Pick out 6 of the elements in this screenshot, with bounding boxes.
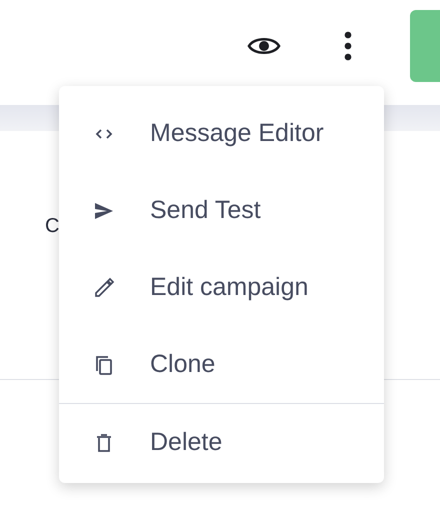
menu-item[interactable]: Edit campaign xyxy=(59,249,384,326)
menu-item[interactable]: Delete xyxy=(59,403,384,481)
menu-item[interactable]: Clone xyxy=(59,326,384,403)
content-text: C xyxy=(45,215,60,237)
menu-item[interactable]: Message Editor xyxy=(59,95,384,172)
menu-item[interactable]: Send Test xyxy=(59,172,384,249)
